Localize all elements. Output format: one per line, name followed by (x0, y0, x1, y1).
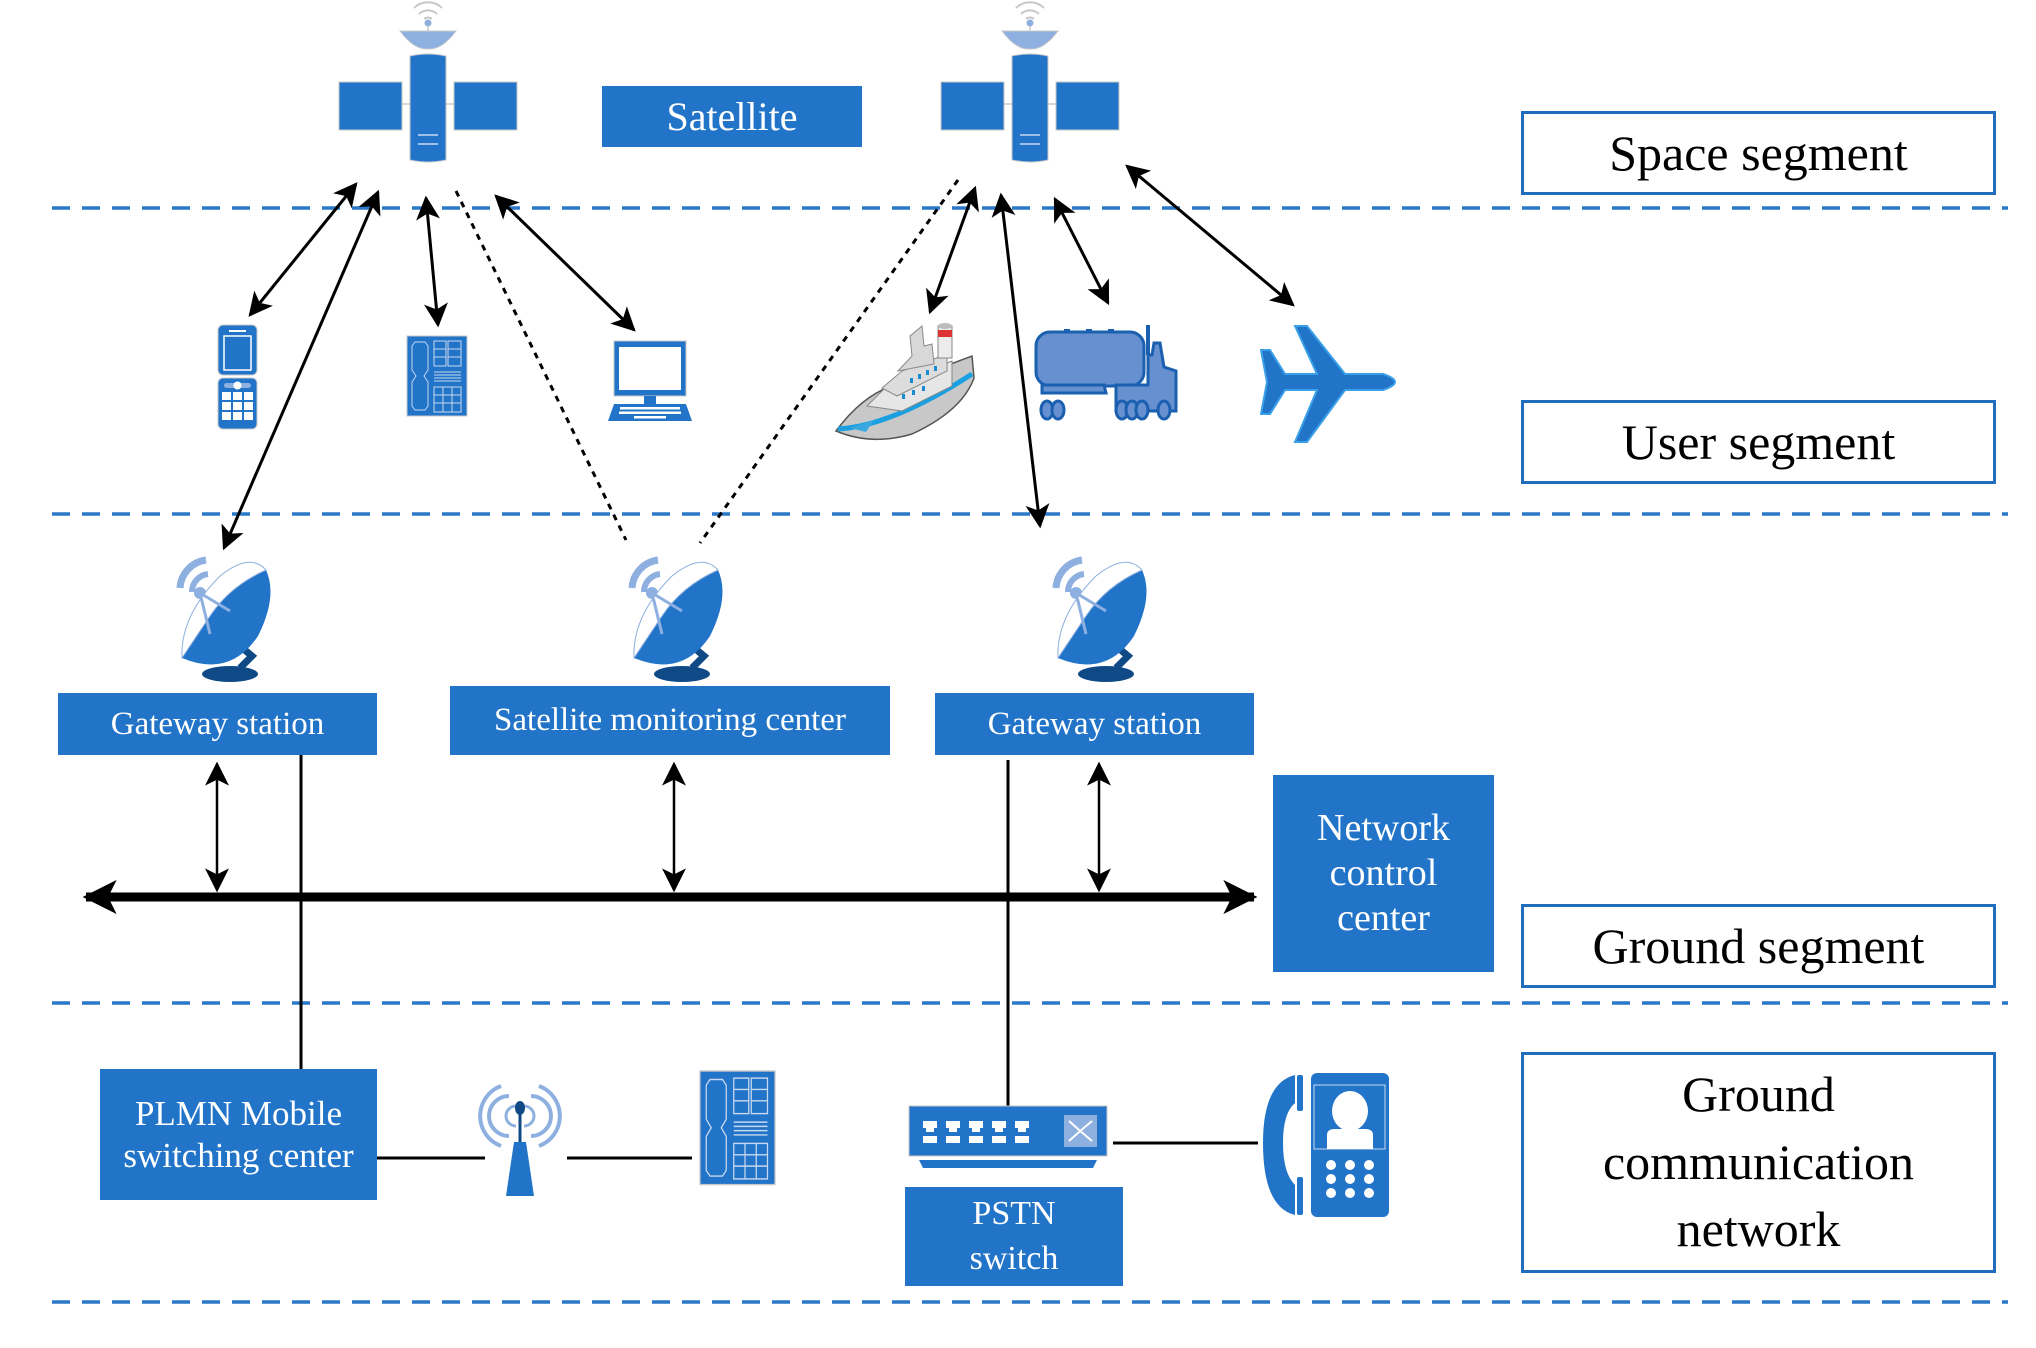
cell-tower-icon (478, 1084, 562, 1196)
network-control-center-label: Network control center (1317, 807, 1450, 939)
satellite-dish-monitoring-icon (632, 560, 723, 682)
ship-icon (834, 323, 975, 441)
computer-icon (608, 340, 692, 421)
video-phone-icon (1263, 1073, 1389, 1217)
plmn-msc-box: PLMN Mobile switching center (100, 1069, 377, 1200)
ground-segment-label: Ground segment (1592, 918, 1925, 974)
desk-phone-ground-icon (699, 1070, 776, 1186)
link-sat2-gateway2 (991, 192, 1050, 529)
link-sat1-monitoring-dotted (454, 190, 628, 541)
space-segment-label-box: Space segment (1521, 111, 1996, 195)
desk-phone-icon (406, 335, 468, 417)
satellite-monitoring-center-label: Satellite monitoring center (494, 702, 846, 739)
satellite-right-icon (940, 1, 1120, 163)
space-segment-label: Space segment (1609, 125, 1908, 181)
tanker-truck-icon (1034, 325, 1178, 421)
link-sat1-computer (494, 194, 636, 332)
satellite-dish-gateway2-icon (1056, 560, 1147, 682)
mobile-phone-icon (217, 324, 258, 430)
pstn-switch-label: PSTN switch (969, 1195, 1059, 1277)
link-sat1-deskphone (416, 195, 448, 328)
user-segment-label-box: User segment (1521, 400, 1996, 484)
satellite-monitoring-center-box: Satellite monitoring center (450, 686, 890, 755)
ground-communication-network-label-box: Ground communication network (1521, 1052, 1996, 1273)
plmn-msc-label: PLMN Mobile switching center (123, 1094, 354, 1175)
network-control-center-box: Network control center (1273, 775, 1494, 972)
ground-communication-network-label: Ground communication network (1602, 1066, 1915, 1258)
gateway-station-1-label: Gateway station (110, 705, 325, 742)
satellite-dish-gateway1-icon (180, 560, 271, 682)
airplane-icon (1259, 325, 1397, 443)
link-sat1-mobile (248, 182, 358, 317)
satellite-label: Satellite (666, 93, 798, 139)
user-segment-label: User segment (1621, 414, 1896, 470)
satellite-left-icon (338, 1, 518, 163)
gateway-station-2-box: Gateway station (935, 693, 1254, 755)
link-sat2-airplane (1125, 164, 1295, 307)
pstn-switch-box: PSTN switch (905, 1187, 1123, 1286)
satellite-label-box: Satellite (602, 86, 862, 147)
links-satellite-right (698, 164, 1295, 544)
network-switch-icon (908, 1105, 1108, 1168)
gateway-station-2-label: Gateway station (987, 705, 1202, 742)
link-sat2-truck (1053, 196, 1110, 306)
ground-segment-label-box: Ground segment (1521, 904, 1996, 988)
gateway-station-1-box: Gateway station (58, 693, 377, 755)
